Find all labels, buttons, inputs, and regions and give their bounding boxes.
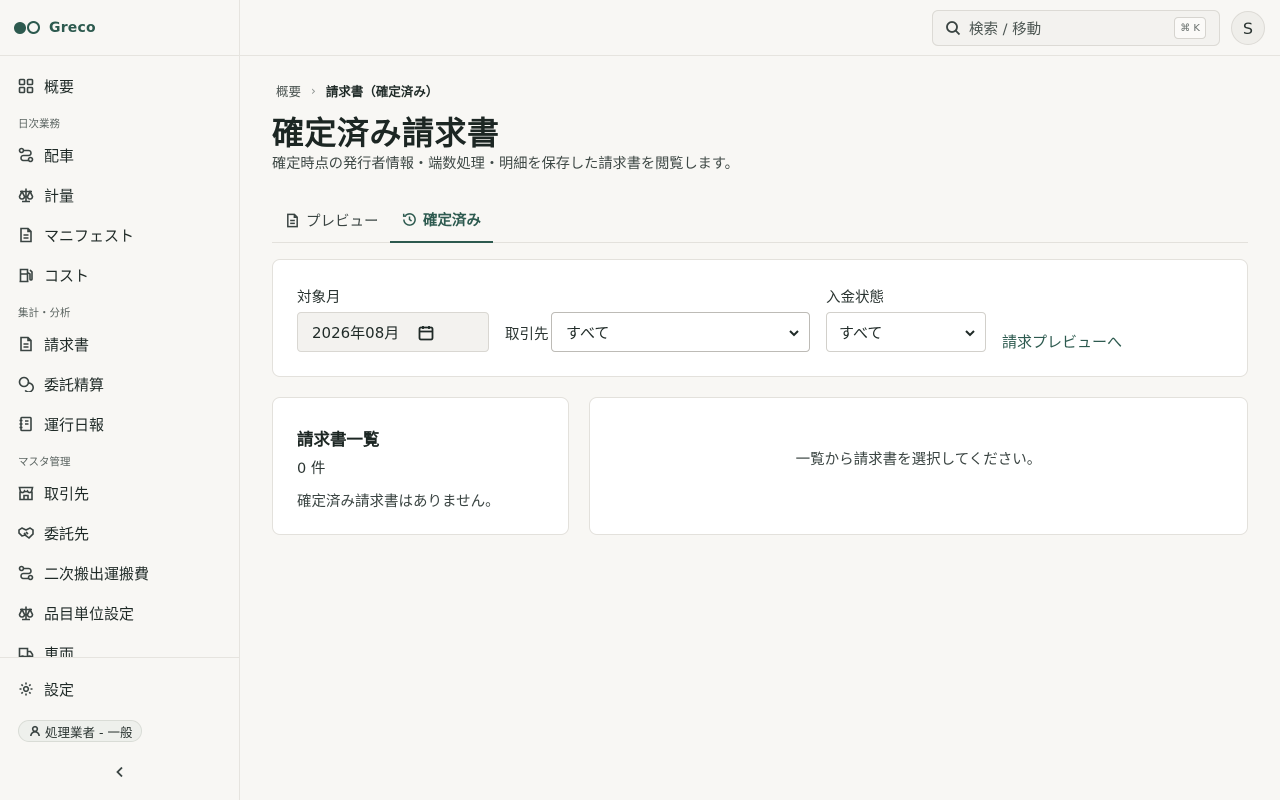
sidebar-item-clients[interactable]: 取引先: [0, 473, 239, 513]
shortcut-hint: ⌘ K: [1174, 17, 1206, 39]
fuel-icon: [18, 267, 34, 283]
invoice-list-title: 請求書一覧: [297, 430, 380, 449]
sidebar-item-cost[interactable]: コスト: [0, 255, 239, 295]
breadcrumb: 概要 › 請求書（確定済み）: [276, 81, 438, 100]
invoice-list-card: 請求書一覧 0 件 確定済み請求書はありません。: [272, 397, 569, 535]
sidebar-item-secondary-transport[interactable]: 二次搬出運搬費: [0, 553, 239, 593]
document-icon: [18, 336, 34, 352]
user-icon: [30, 725, 40, 737]
sidebar-item-settings[interactable]: 設定: [0, 669, 239, 709]
sidebar-item-settlement[interactable]: 委託精算: [0, 364, 239, 404]
sidebar-item-vehicles[interactable]: 車両: [0, 633, 239, 658]
sidebar-item-invoices[interactable]: 請求書: [0, 324, 239, 364]
search-input[interactable]: 検索 / 移動 ⌘ K: [932, 10, 1220, 46]
sidebar-item-overview[interactable]: 概要: [0, 66, 239, 106]
select-invoice-message: 一覧から請求書を選択してください。: [795, 452, 1042, 468]
brand-name: Greco: [49, 19, 96, 36]
chevron-left-icon: [116, 766, 123, 778]
handshake-icon: [18, 525, 34, 541]
page-title: 確定済み請求書: [272, 114, 500, 152]
sidebar-item-item-units[interactable]: 品目単位設定: [0, 593, 239, 633]
avatar[interactable]: S: [1231, 11, 1265, 45]
tab-label: プレビュー: [306, 213, 379, 230]
tab-confirmed[interactable]: 確定済み: [390, 198, 493, 243]
sidebar-section-master: マスタ管理: [18, 456, 71, 468]
sidebar-section-daily: 日次業務: [18, 118, 60, 130]
sidebar-section-analytics: 集計・分析: [18, 307, 71, 319]
invoice-detail-card: 一覧から請求書を選択してください。: [589, 397, 1248, 535]
invoice-count: 0 件: [297, 461, 326, 477]
sidebar-item-label: 二次搬出運搬費: [44, 564, 150, 583]
sidebar-item-daily-report[interactable]: 運行日報: [0, 404, 239, 444]
scale-icon: [18, 605, 34, 621]
sidebar-item-contractors[interactable]: 委託先: [0, 513, 239, 553]
coins-icon: [18, 376, 34, 392]
breadcrumb-overview-link[interactable]: 概要: [276, 81, 301, 100]
client-label: 取引先: [505, 327, 549, 343]
sidebar-item-label: マニフェスト: [44, 226, 135, 245]
history-icon: [402, 213, 416, 226]
collapse-sidebar-button[interactable]: [112, 764, 128, 780]
brand[interactable]: Greco: [0, 0, 239, 56]
sidebar-item-label: 計量: [44, 186, 75, 205]
sidebar-item-label: 請求書: [44, 335, 90, 354]
topbar: 検索 / 移動 ⌘ K S: [240, 0, 1280, 56]
sidebar-item-label: 概要: [44, 77, 75, 96]
sidebar: Greco 概要 日次業務 配車 計量 マニフェスト コスト 集計・分析 請求書: [0, 0, 240, 800]
client-select[interactable]: すべて: [551, 312, 810, 352]
sidebar-item-manifest[interactable]: マニフェスト: [0, 215, 239, 255]
sidebar-nav[interactable]: 概要 日次業務 配車 計量 マニフェスト コスト 集計・分析 請求書 委託精算: [0, 56, 239, 658]
month-picker[interactable]: 2026年08月: [297, 312, 489, 352]
scale-icon: [18, 187, 34, 203]
page-subtitle: 確定時点の発行者情報・端数処理・明細を保存した請求書を閲覧します。: [272, 156, 739, 172]
chevron-down-icon: [963, 326, 977, 340]
gear-icon: [18, 681, 34, 697]
document-icon: [18, 227, 34, 243]
payment-select-value: すべて: [839, 323, 883, 342]
filter-panel: 対象月 2026年08月 取引先 すべて 入金状態 すべて 請求プレビューへ: [272, 259, 1248, 377]
sidebar-item-label: 運行日報: [44, 415, 105, 434]
tab-preview[interactable]: プレビュー: [285, 198, 379, 242]
month-value: 2026年08月: [312, 323, 400, 342]
sidebar-item-dispatch[interactable]: 配車: [0, 135, 239, 175]
sidebar-item-label: 品目単位設定: [44, 604, 135, 623]
dashboard-icon: [18, 78, 34, 94]
route-icon: [18, 565, 34, 581]
sidebar-item-label: 配車: [44, 146, 75, 165]
notebook-icon: [18, 416, 34, 432]
tab-label: 確定済み: [423, 213, 481, 229]
invoice-preview-link[interactable]: 請求プレビューへ: [1002, 331, 1122, 352]
sidebar-item-label: コスト: [44, 266, 90, 285]
sidebar-item-label: 取引先: [44, 484, 90, 503]
route-icon: [18, 147, 34, 163]
month-label: 対象月: [297, 290, 341, 306]
sidebar-footer: 設定 処理業者 - 一般: [0, 657, 239, 800]
search-icon: [946, 21, 961, 36]
sidebar-item-label: 車両: [44, 644, 75, 659]
search-placeholder: 検索 / 移動: [969, 21, 1042, 38]
sidebar-item-label: 委託精算: [44, 375, 105, 394]
payment-status-select[interactable]: すべて: [826, 312, 986, 352]
store-icon: [18, 485, 34, 501]
tabs: プレビュー 確定済み: [272, 198, 1248, 243]
empty-message: 確定済み請求書はありません。: [297, 494, 500, 510]
payment-label: 入金状態: [826, 290, 884, 306]
sidebar-item-label: 設定: [44, 680, 75, 699]
client-select-value: すべて: [566, 323, 610, 342]
document-icon: [287, 213, 298, 227]
breadcrumb-current: 請求書（確定済み）: [325, 84, 439, 99]
chevron-down-icon: [787, 326, 801, 340]
sidebar-item-label: 委託先: [44, 524, 90, 543]
role-badge[interactable]: 処理業者 - 一般: [18, 720, 143, 742]
calendar-icon[interactable]: [418, 325, 434, 341]
role-badge-label: 処理業者 - 一般: [45, 724, 133, 740]
logo-icon: [14, 21, 40, 34]
chevron-right-icon: ›: [311, 83, 316, 98]
sidebar-item-weighing[interactable]: 計量: [0, 175, 239, 215]
